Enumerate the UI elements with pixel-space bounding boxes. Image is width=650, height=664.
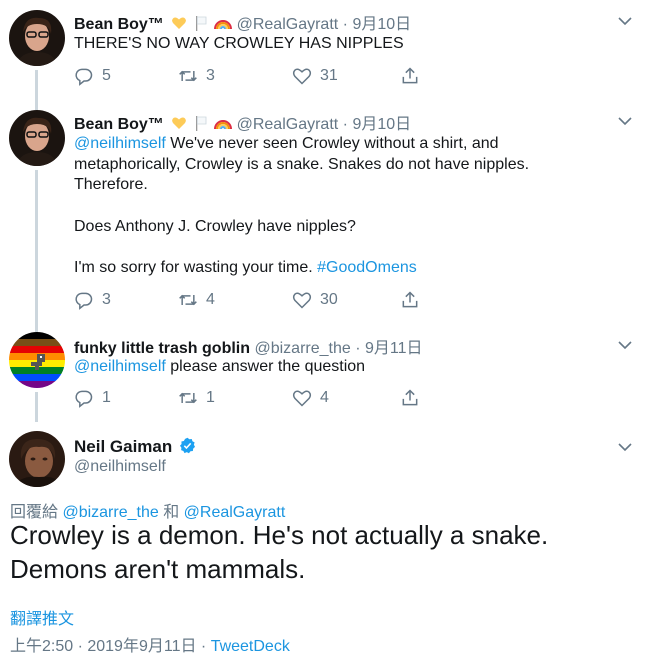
mention-link[interactable]: @neilhimself <box>74 358 166 375</box>
thread-line <box>35 100 38 110</box>
reply-button[interactable]: 1 <box>74 388 111 408</box>
tweet-text: @neilhimself We've never seen Crowley wi… <box>74 134 574 279</box>
tweet-metadata: 上午2:50 · 2019年9月11日 · TweetDeck <box>10 632 290 656</box>
tweet-paragraph: Does Anthony J. Crowley have nipples? <box>74 217 356 235</box>
like-count: 30 <box>320 291 338 308</box>
separator: · <box>342 16 348 33</box>
tweet-paragraph: @neilhimself We've never seen Crowley wi… <box>74 134 574 196</box>
username[interactable]: @RealGayratt <box>237 16 339 33</box>
like-count: 4 <box>320 389 329 406</box>
tweet-text-segment: I'm so sorry for wasting your time. <box>74 259 318 276</box>
retweet-icon <box>179 392 197 404</box>
tweet-text: THERE'S NO WAY CROWLEY HAS NIPPLES <box>74 34 634 55</box>
timestamp[interactable]: 9月10日 <box>352 116 411 133</box>
thread-line <box>35 322 38 332</box>
chevron-down-icon[interactable] <box>618 116 632 126</box>
chevron-down-icon[interactable] <box>618 442 632 452</box>
tweet-3[interactable]: funky little trash goblin @bizarre_the ·… <box>0 322 650 422</box>
tweet-actions: 3 4 30 <box>74 290 434 312</box>
like-button[interactable]: 30 <box>292 290 338 310</box>
tweet-header: Bean Boy™ @RealGayratt · 9月10日 <box>74 10 411 36</box>
like-button[interactable]: 4 <box>292 388 329 408</box>
retweet-button[interactable]: 3 <box>178 66 215 86</box>
like-count: 31 <box>320 67 338 84</box>
share-button[interactable] <box>400 388 420 408</box>
display-name-text: Neil Gaiman <box>74 437 173 456</box>
chevron-down-icon[interactable] <box>618 340 632 350</box>
tweet-2[interactable]: Bean Boy™ @RealGayratt · 9月10日 @neilhims… <box>0 100 650 330</box>
like-button[interactable]: 31 <box>292 66 338 86</box>
tweet-text-line: THERE'S NO WAY CROWLEY HAS NIPPLES <box>74 35 404 52</box>
retweet-count: 3 <box>206 67 215 84</box>
username[interactable]: @neilhimself <box>74 458 166 476</box>
retweet-button[interactable]: 4 <box>178 290 215 310</box>
source-client-link[interactable]: TweetDeck <box>211 638 290 655</box>
username[interactable]: @RealGayratt <box>237 116 339 133</box>
yellow-heart-emoji <box>171 15 187 36</box>
display-name[interactable]: Bean Boy™ <box>74 116 164 133</box>
reply-count: 3 <box>102 291 111 308</box>
tweet-header: funky little trash goblin @bizarre_the ·… <box>74 334 423 358</box>
reply-icon <box>75 390 93 408</box>
share-icon <box>402 389 418 406</box>
tweet-actions: 5 3 31 <box>74 66 434 88</box>
display-name[interactable]: Neil Gaiman <box>74 437 196 457</box>
separator: · <box>355 340 361 357</box>
hashtag-link[interactable]: #GoodOmens <box>317 259 417 276</box>
thread-line <box>35 392 38 422</box>
main-tweet-text: Crowley is a demon. He's not actually a … <box>10 520 549 584</box>
tweet-paragraph: I'm so sorry for wasting your time. #Goo… <box>74 258 574 279</box>
avatar[interactable] <box>9 110 65 166</box>
share-icon <box>402 291 418 308</box>
retweet-count: 4 <box>206 291 215 308</box>
timestamp[interactable]: 9月10日 <box>352 16 411 33</box>
white-flag-emoji <box>195 115 207 136</box>
rainbow-emoji <box>214 15 233 36</box>
yellow-heart-emoji <box>171 115 187 136</box>
verified-icon <box>179 437 196 454</box>
tweet-paragraph: @neilhimself please answer the question <box>74 357 634 378</box>
display-name[interactable]: Bean Boy™ <box>74 16 164 33</box>
chevron-down-icon[interactable] <box>618 16 632 26</box>
share-icon <box>402 67 418 84</box>
tweet-text: @neilhimself please answer the question <box>74 357 634 378</box>
share-button[interactable] <box>400 290 420 310</box>
display-name[interactable]: funky little trash goblin <box>74 340 250 357</box>
avatar[interactable] <box>9 332 65 388</box>
reply-icon <box>75 292 93 310</box>
reply-count: 1 <box>102 389 111 406</box>
rainbow-emoji <box>214 115 233 136</box>
retweet-button[interactable]: 1 <box>178 388 215 408</box>
avatar-neil-gaiman[interactable] <box>9 431 65 487</box>
reply-button[interactable]: 5 <box>74 66 111 86</box>
retweet-count: 1 <box>206 389 215 406</box>
retweet-icon <box>179 70 197 82</box>
like-icon <box>292 292 312 309</box>
mention-link[interactable]: @neilhimself <box>74 135 166 152</box>
timestamp[interactable]: 9月11日 <box>365 340 423 357</box>
thread-line <box>35 170 38 330</box>
username[interactable]: @bizarre_the <box>254 340 350 357</box>
translate-tweet-link[interactable]: 翻譯推文 <box>10 605 74 629</box>
tweet-timestamp[interactable]: 上午2:50 · 2019年9月11日 · <box>10 638 211 655</box>
avatar[interactable] <box>9 10 65 66</box>
reply-button[interactable]: 3 <box>74 290 111 310</box>
tweet-text-segment: please answer the question <box>165 358 366 375</box>
tweet-1[interactable]: Bean Boy™ @RealGayratt · 9月10日 THERE'S N… <box>0 0 650 106</box>
white-flag-emoji <box>195 15 207 36</box>
reply-count: 5 <box>102 67 111 84</box>
like-icon <box>292 68 312 85</box>
tweet-header: Bean Boy™ @RealGayratt · 9月10日 <box>74 110 411 136</box>
tweet-actions: 1 1 4 <box>74 388 434 410</box>
share-button[interactable] <box>400 66 420 86</box>
separator: · <box>342 116 348 133</box>
retweet-icon <box>179 294 197 306</box>
like-icon <box>292 390 312 407</box>
reply-icon <box>75 68 93 86</box>
